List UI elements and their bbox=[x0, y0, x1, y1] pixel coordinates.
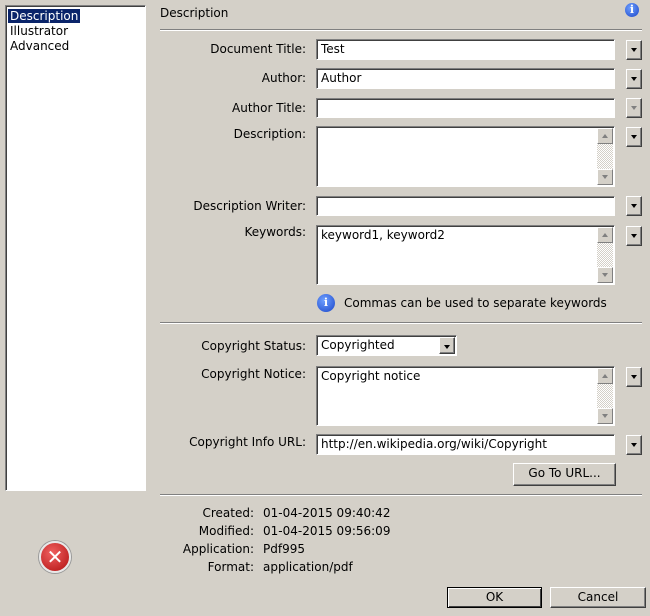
description-writer-dropdown[interactable] bbox=[626, 196, 642, 216]
copyright-notice-text: Copyright notice bbox=[321, 369, 421, 383]
created-label: Created: bbox=[202, 506, 254, 520]
keywords-hint: Commas can be used to separate keywords bbox=[344, 296, 607, 310]
copyright-status-value: Copyrighted bbox=[321, 338, 395, 352]
scroll-up-arrow-icon[interactable] bbox=[597, 227, 613, 243]
scroll-up-arrow-icon[interactable] bbox=[597, 128, 613, 144]
error-icon: ✕ bbox=[39, 541, 71, 573]
created-value: 01-04-2015 09:40:42 bbox=[263, 506, 391, 520]
description-textarea[interactable] bbox=[316, 126, 615, 187]
document-title-label: Document Title: bbox=[210, 42, 306, 56]
modified-value: 01-04-2015 09:56:09 bbox=[263, 524, 391, 538]
divider bbox=[160, 322, 642, 324]
category-list[interactable]: Description Illustrator Advanced bbox=[5, 5, 146, 491]
scroll-up-arrow-icon[interactable] bbox=[597, 368, 613, 384]
format-label: Format: bbox=[207, 560, 254, 574]
copyright-status-label: Copyright Status: bbox=[201, 339, 306, 353]
copyright-notice-scrollbar[interactable] bbox=[597, 368, 613, 424]
chevron-down-icon[interactable] bbox=[439, 337, 455, 354]
section-title: Description bbox=[160, 6, 229, 20]
keywords-scrollbar[interactable] bbox=[597, 227, 613, 283]
description-scrollbar[interactable] bbox=[597, 128, 613, 185]
ok-button[interactable]: OK bbox=[447, 587, 542, 608]
copyright-url-dropdown[interactable] bbox=[626, 435, 642, 455]
scroll-down-arrow-icon[interactable] bbox=[597, 267, 613, 283]
scroll-down-arrow-icon[interactable] bbox=[597, 169, 613, 185]
copyright-url-input[interactable]: http://en.wikipedia.org/wiki/Copyright bbox=[316, 434, 615, 455]
author-label: Author: bbox=[261, 71, 306, 85]
description-dropdown[interactable] bbox=[626, 127, 642, 147]
info-icon: i bbox=[625, 3, 639, 17]
divider bbox=[160, 494, 642, 496]
category-advanced[interactable]: Advanced bbox=[8, 39, 71, 53]
format-value: application/pdf bbox=[263, 560, 353, 574]
description-label: Description: bbox=[233, 127, 306, 141]
keywords-label: Keywords: bbox=[244, 225, 306, 239]
keywords-text: keyword1, keyword2 bbox=[321, 228, 445, 242]
info-icon: i bbox=[317, 294, 335, 312]
modified-label: Modified: bbox=[198, 524, 254, 538]
divider bbox=[160, 29, 642, 31]
copyright-notice-textarea[interactable]: Copyright notice bbox=[316, 366, 615, 426]
document-title-dropdown[interactable] bbox=[626, 40, 642, 60]
description-writer-label: Description Writer: bbox=[193, 199, 306, 213]
category-illustrator[interactable]: Illustrator bbox=[8, 24, 70, 38]
author-dropdown[interactable] bbox=[626, 69, 642, 89]
copyright-url-label: Copyright Info URL: bbox=[189, 435, 306, 449]
author-title-input[interactable] bbox=[316, 98, 615, 118]
copyright-status-select[interactable]: Copyrighted bbox=[316, 335, 457, 356]
cancel-button[interactable]: Cancel bbox=[550, 587, 646, 608]
scroll-down-arrow-icon[interactable] bbox=[597, 408, 613, 424]
author-title-label: Author Title: bbox=[232, 101, 306, 115]
author-title-dropdown bbox=[626, 98, 642, 118]
go-to-url-button[interactable]: Go To URL... bbox=[513, 463, 616, 486]
keywords-textarea[interactable]: keyword1, keyword2 bbox=[316, 225, 615, 285]
category-description[interactable]: Description bbox=[8, 9, 81, 23]
keywords-dropdown[interactable] bbox=[626, 226, 642, 246]
copyright-notice-dropdown[interactable] bbox=[626, 367, 642, 387]
document-title-input[interactable]: Test bbox=[316, 39, 615, 60]
copyright-notice-label: Copyright Notice: bbox=[201, 367, 306, 381]
author-input[interactable]: Author bbox=[316, 68, 615, 89]
description-writer-input[interactable] bbox=[316, 196, 615, 216]
application-value: Pdf995 bbox=[263, 542, 305, 556]
application-label: Application: bbox=[182, 542, 254, 556]
